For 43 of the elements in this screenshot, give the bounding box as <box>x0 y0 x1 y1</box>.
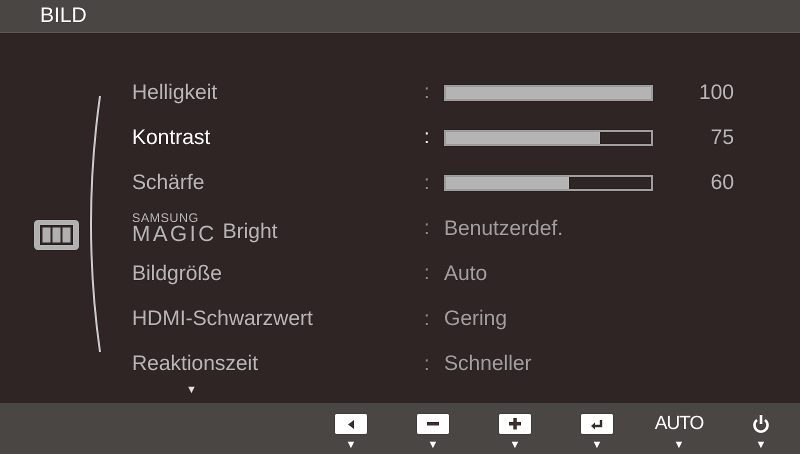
pointer-arrow: ▼ <box>510 440 520 451</box>
level-reading: 100 <box>698 80 734 105</box>
level-bar[interactable] <box>444 175 653 192</box>
brand-logo: SAMSUNG MAGIC <box>132 213 217 244</box>
colon-separator: : <box>424 217 431 240</box>
colon-separator: : <box>424 172 431 195</box>
pointer-arrow: ▼ <box>756 440 766 451</box>
pointer-arrow: ▼ <box>674 440 684 451</box>
colon-separator: : <box>424 308 431 331</box>
level-reading: 75 <box>710 126 734 150</box>
minus-button[interactable] <box>417 414 449 434</box>
plus-icon <box>509 418 521 430</box>
left-button[interactable] <box>335 414 367 434</box>
menu-title: BILD <box>40 4 87 28</box>
setting-value: Schneller <box>444 352 532 376</box>
plus-button[interactable] <box>499 414 531 434</box>
enter-icon <box>591 418 603 430</box>
enter-button[interactable] <box>581 414 613 434</box>
scroll-down-arrow[interactable]: ▼ <box>186 385 197 396</box>
menu-item-label[interactable]: Schärfe <box>132 171 204 196</box>
colon-separator: : <box>424 126 431 150</box>
pointer-arrow: ▼ <box>428 440 438 451</box>
colon-separator: : <box>424 81 431 104</box>
menu-item-label[interactable]: Helligkeit <box>132 80 218 105</box>
colon-separator: : <box>424 262 431 286</box>
menu-item-label[interactable]: HDMI-Schwarzwert <box>132 307 313 332</box>
menu-item-label[interactable]: Reaktionszeit <box>132 352 258 376</box>
minus-icon <box>427 422 439 426</box>
menu-item-label[interactable]: Bright <box>222 220 278 244</box>
left-arrow-icon <box>348 420 354 428</box>
power-icon[interactable] <box>752 414 770 434</box>
picture-menu-icon <box>33 219 80 251</box>
setting-value: Auto <box>444 262 488 286</box>
pointer-arrow: ▼ <box>592 440 602 451</box>
level-reading: 60 <box>710 171 734 196</box>
level-bar[interactable] <box>444 130 653 146</box>
pointer-arrow: ▼ <box>346 440 356 451</box>
setting-value: Gering <box>444 307 508 332</box>
setting-value: Benutzerdef. <box>444 216 564 241</box>
colon-separator: : <box>424 352 431 376</box>
menu-item-label[interactable]: Bildgröße <box>132 262 222 286</box>
menu-item-label[interactable]: Kontrast <box>132 126 210 150</box>
auto-button[interactable]: AUTO <box>654 414 704 434</box>
